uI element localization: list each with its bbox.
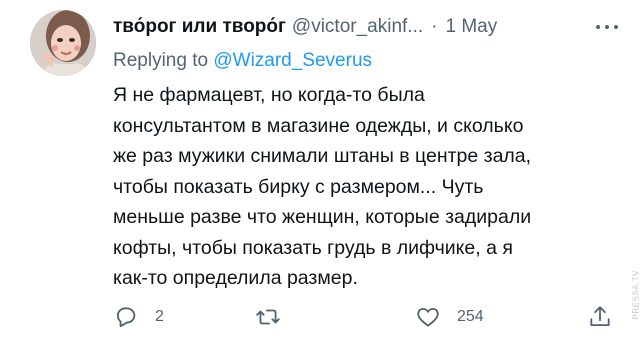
retweet-icon <box>256 309 280 325</box>
tweet-text-line: чтобы показать бирку с размером... Чуть <box>113 175 484 198</box>
replying-handle-link[interactable]: @Wizard_Severus <box>213 50 372 71</box>
replying-prefix: Replying to <box>113 50 209 71</box>
reply-button[interactable]: 2 <box>113 300 164 334</box>
avatar[interactable] <box>30 10 96 76</box>
tweet-text-line: меньше разве что женщин, которые задирал… <box>113 206 532 228</box>
watermark-text: PRESSA.TV <box>631 270 640 320</box>
reply-count: 2 <box>155 308 164 325</box>
tweet-header: тво́рог или творо́г @victor_akinf... · 1… <box>113 12 618 42</box>
author-handle[interactable]: @victor_akinf... <box>292 16 423 38</box>
tweet-text: Я не фармацевт, но когда-то была консуль… <box>113 80 613 294</box>
replying-to: Replying to @Wizard_Severus <box>113 50 372 72</box>
separator-dot: · <box>431 16 438 37</box>
like-count: 254 <box>457 308 484 325</box>
reply-bubble-icon <box>116 307 136 328</box>
tweet-text-line: же раз мужики снимали штаны в центре зал… <box>113 145 532 167</box>
share-icon <box>590 306 610 327</box>
tweet-text-line: кофты, чтобы показать грудь в лифчике, а… <box>113 236 513 259</box>
share-button[interactable] <box>587 300 629 334</box>
tweet-date[interactable]: 1 May <box>445 16 497 38</box>
retweet-button[interactable] <box>255 300 297 334</box>
author-name[interactable]: тво́рог или творо́г <box>113 16 286 38</box>
more-dots-icon[interactable] <box>596 17 618 37</box>
like-button[interactable]: 254 <box>415 300 484 334</box>
tweet-text-line: консультантом в магазине одежды, и сколь… <box>113 114 524 137</box>
tweet-text-line: как-то определила размер. <box>113 267 358 289</box>
heart-icon <box>417 307 439 327</box>
tweet-text-line: Я не фармацевт, но когда-то была <box>113 84 425 106</box>
action-bar: 2 254 <box>113 300 618 334</box>
